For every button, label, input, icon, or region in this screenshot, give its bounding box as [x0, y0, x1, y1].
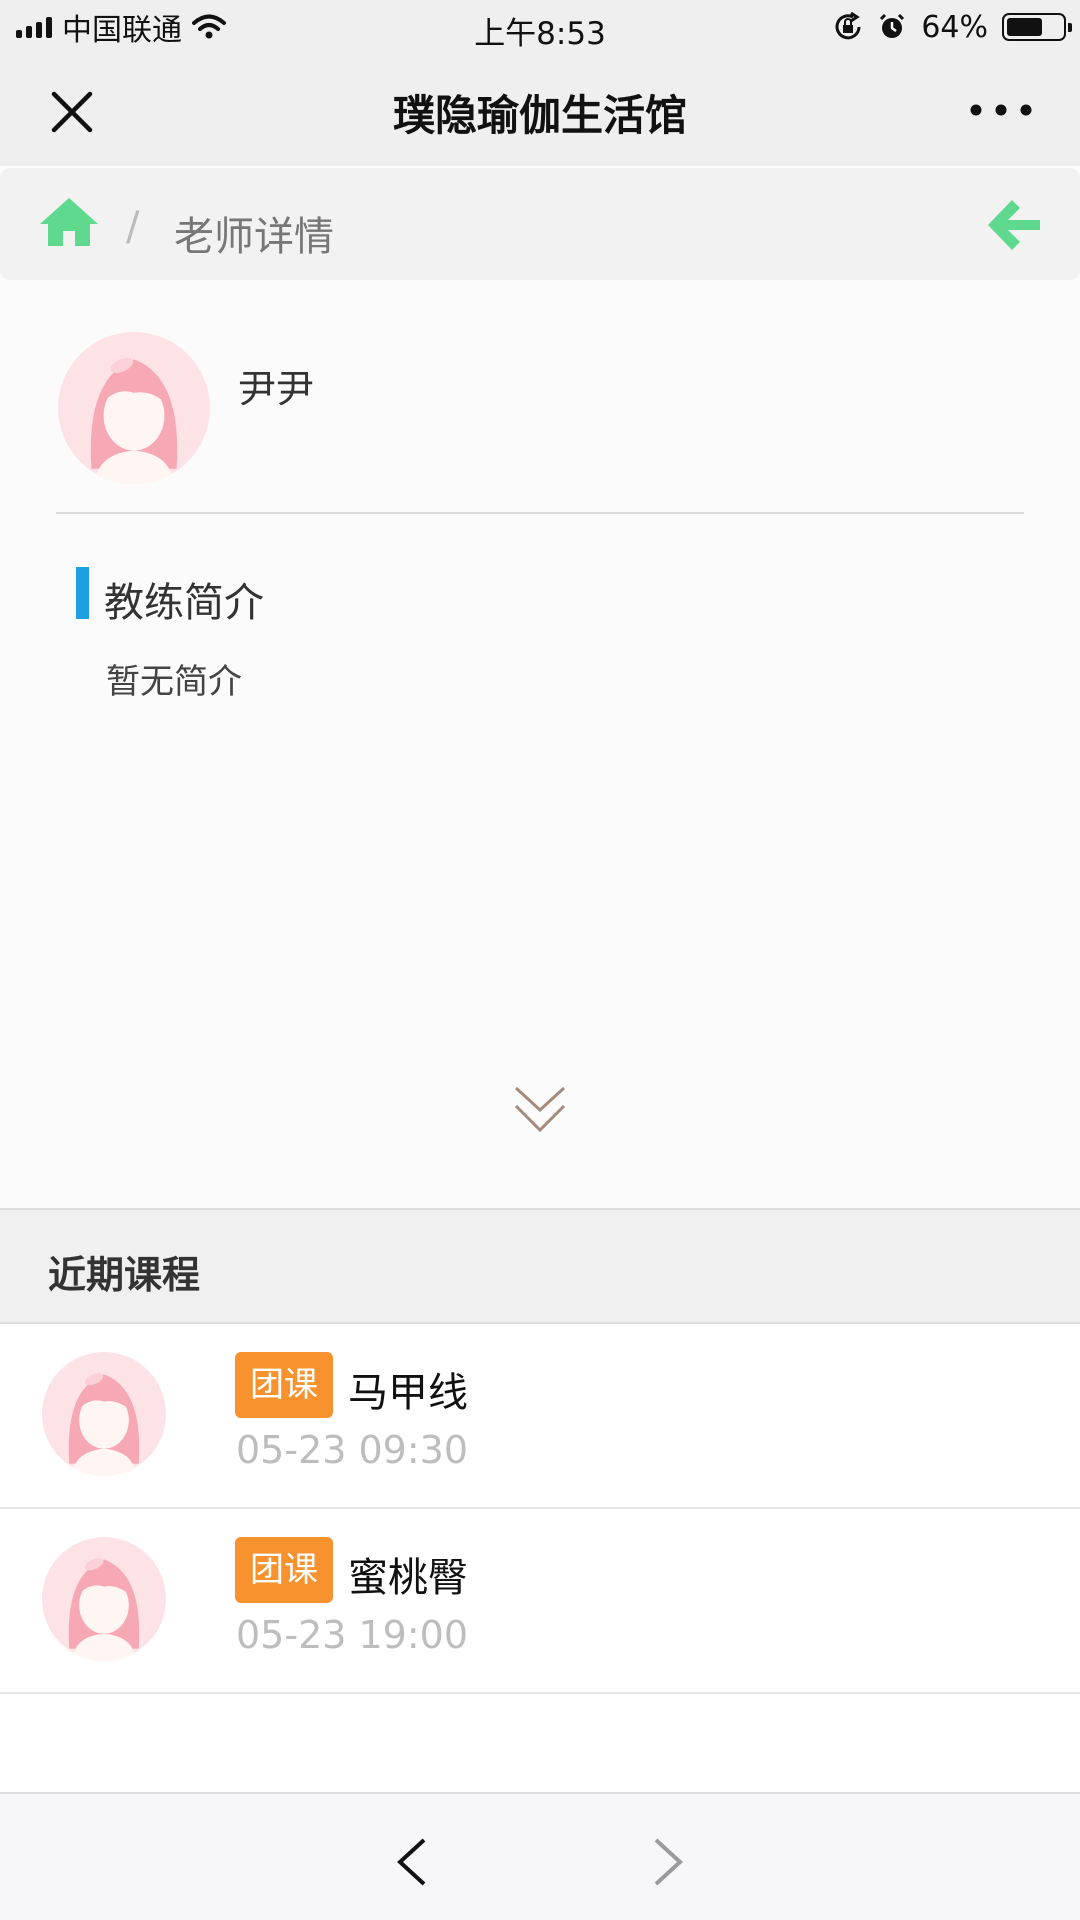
intro-text: 暂无简介 — [106, 662, 242, 702]
courses-title: 近期课程 — [48, 1253, 201, 1297]
teacher-name: 尹尹 — [238, 367, 315, 411]
section-marker — [76, 567, 89, 619]
back-arrow-icon[interactable] — [984, 196, 1044, 254]
more-icon[interactable] — [966, 90, 1036, 130]
avatar-illustration — [58, 332, 210, 484]
courses-header: 近期课程 — [0, 1208, 1080, 1324]
avatar-illustration — [42, 1352, 166, 1476]
breadcrumb-current: 老师详情 — [174, 214, 334, 260]
avatar-illustration — [42, 1537, 166, 1661]
avatar — [42, 1537, 166, 1661]
teacher-detail: 尹尹 教练简介 暂无简介 — [0, 280, 1080, 1210]
course-time: 05-23 19:00 — [236, 1613, 469, 1657]
course-name: 马甲线 — [348, 1370, 468, 1416]
course-time: 05-23 09:30 — [236, 1428, 469, 1472]
chevron-right-icon[interactable] — [648, 1834, 688, 1890]
status-right: 64% — [833, 0, 1072, 54]
course-type-badge: 团课 — [235, 1352, 333, 1418]
intro-title: 教练简介 — [104, 580, 264, 626]
course-list: 团课 马甲线 05-23 09:30 团课 蜜桃臀 05-23 19:00 — [0, 1324, 1080, 1794]
nav-bar: 璞隐瑜伽生活馆 — [0, 54, 1080, 166]
list-item[interactable]: 团课 马甲线 05-23 09:30 — [0, 1324, 1080, 1509]
course-type-badge: 团课 — [235, 1537, 333, 1603]
breadcrumb-separator: / — [126, 204, 140, 250]
battery-fill — [1007, 18, 1042, 36]
course-name: 蜜桃臀 — [348, 1555, 468, 1601]
alarm-icon — [880, 13, 905, 38]
bottom-toolbar — [0, 1792, 1080, 1920]
chevron-left-icon[interactable] — [392, 1834, 432, 1890]
battery-icon — [1002, 13, 1072, 41]
list-item[interactable]: 团课 蜜桃臀 05-23 19:00 — [0, 1509, 1080, 1694]
avatar — [58, 332, 210, 484]
page-title: 璞隐瑜伽生活馆 — [392, 91, 687, 140]
home-icon[interactable] — [38, 196, 100, 248]
status-bar: 中国联通 上午8:53 64% — [0, 0, 1080, 54]
battery-percent: 64% — [921, 9, 988, 45]
divider — [56, 512, 1024, 514]
double-chevron-down-icon[interactable] — [512, 1082, 568, 1136]
avatar — [42, 1352, 166, 1476]
breadcrumb: / 老师详情 — [0, 168, 1080, 280]
orientation-lock-icon — [835, 12, 861, 40]
